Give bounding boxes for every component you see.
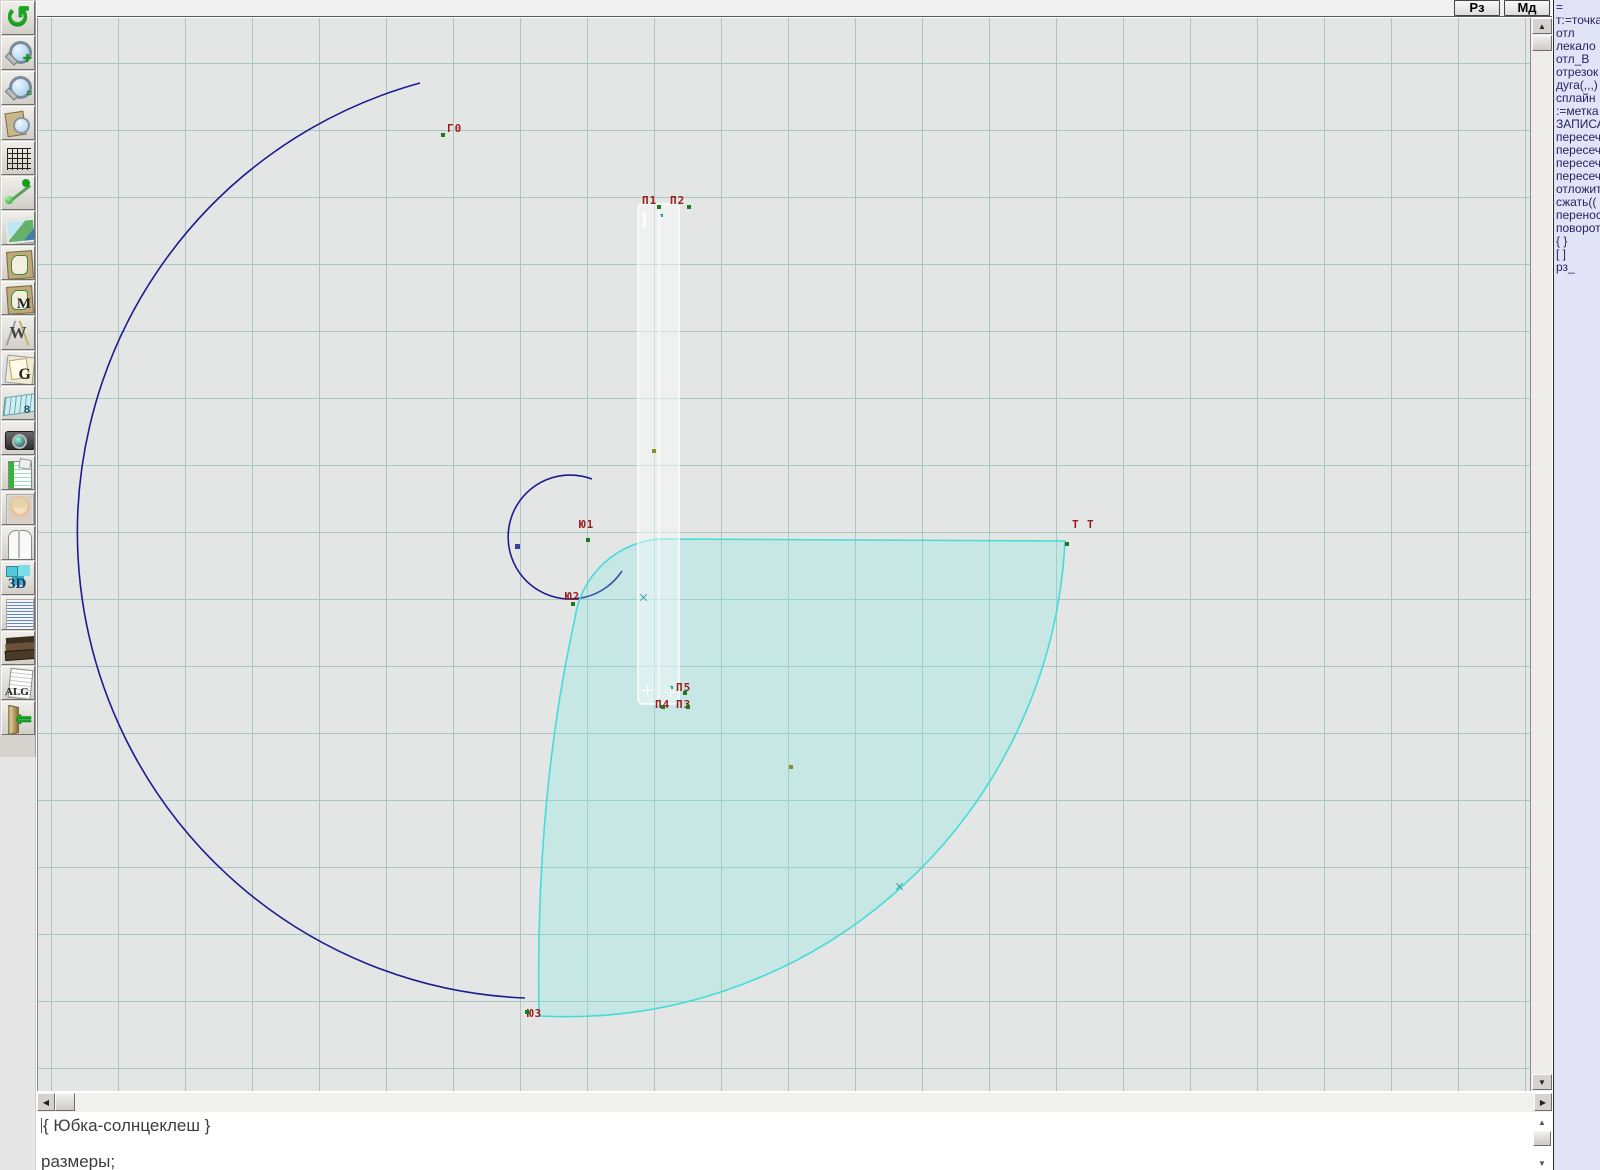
point-marker	[441, 133, 445, 137]
spreadsheet-icon[interactable]	[1, 456, 35, 490]
toolbar-empty-area	[0, 757, 36, 1170]
canvas-vertical-scrollbar[interactable]: ▲ ▼	[1530, 18, 1552, 1091]
arrow-right-icon: ▶	[1539, 1097, 1547, 1107]
point-marker	[659, 215, 661, 227]
point-label: Г0	[447, 122, 463, 135]
md-mode-button[interactable]: Мд	[1504, 0, 1550, 16]
measure-line-icon[interactable]	[1, 176, 35, 210]
editor-scroll-down-button[interactable]: ▼	[1533, 1157, 1551, 1170]
point-marker	[665, 687, 676, 698]
waistband-piece[interactable]	[637, 203, 680, 705]
grid-icon[interactable]	[1, 141, 35, 175]
point-marker	[657, 205, 661, 209]
grading-g-icon[interactable]: G	[1, 351, 35, 385]
point-marker	[652, 449, 656, 453]
program-text-editor[interactable]: { Юбка-солнцеклеш } размеры;	[37, 1113, 1530, 1170]
rz-mode-button[interactable]: Рз	[1454, 0, 1500, 16]
point-label: П2	[670, 194, 686, 207]
toolbar: ↺ + ▫ M W G 8 3D ALG ⇐	[0, 0, 36, 757]
top-bar: Рз Мд	[37, 0, 1552, 17]
pattern-m-icon[interactable]: M	[1, 281, 35, 315]
point-label: Т	[1087, 518, 1095, 531]
editor-line-title: { Юбка-солнцеклеш }	[41, 1116, 211, 1135]
preview-page-icon[interactable]	[1, 106, 35, 140]
point-marker	[661, 705, 665, 709]
scroll-right-button[interactable]: ▶	[1534, 1093, 1552, 1111]
drawing-canvas[interactable]: Г0П1П2Ю1Ю2Ю3ТТП5П4П3	[37, 18, 1530, 1091]
point-marker	[789, 765, 793, 769]
text-cursor	[41, 1118, 42, 1133]
point-marker	[525, 1010, 529, 1014]
arrow-up-icon: ▲	[1538, 1118, 1546, 1127]
zoom-out-icon[interactable]: ▫	[1, 71, 35, 105]
leko-cad-window: ↺ + ▫ M W G 8 3D ALG ⇐ Рз Мд Г0 П1 П2 Ю1…	[0, 0, 1600, 1170]
horizontal-scroll-thumb[interactable]	[55, 1093, 75, 1111]
point-marker	[643, 212, 646, 228]
pattern-drawing	[76, 82, 1066, 1018]
skirt-sector-piece[interactable]	[537, 538, 1066, 1018]
model-photo-icon[interactable]	[1, 491, 35, 525]
editor-vertical-scrollbar[interactable]: ▲ ▼	[1533, 1114, 1552, 1170]
arrow-down-icon: ▼	[1538, 1159, 1546, 1168]
scroll-down-button[interactable]: ▼	[1532, 1074, 1552, 1090]
point-label: П1	[642, 194, 658, 207]
scroll-up-button[interactable]: ▲	[1532, 18, 1552, 34]
canvas-horizontal-scrollbar[interactable]: ◀ ▶	[37, 1093, 1552, 1112]
command-item[interactable]: рз_	[1556, 261, 1600, 274]
point-marker	[686, 705, 690, 709]
ruler-icon[interactable]: 8	[1, 386, 35, 420]
point-marker	[571, 602, 575, 606]
editor-scroll-up-button[interactable]: ▲	[1533, 1116, 1551, 1129]
point-marker	[683, 691, 687, 695]
editor-scroll-thumb[interactable]	[1533, 1131, 1551, 1146]
books-icon[interactable]	[1, 631, 35, 665]
point-marker	[687, 205, 691, 209]
point-marker	[1065, 542, 1069, 546]
arrow-up-icon: ▲	[1538, 21, 1546, 31]
point-marker	[586, 538, 590, 542]
point-label: Ю1	[579, 518, 595, 531]
zoom-in-icon[interactable]: +	[1, 36, 35, 70]
scroll-left-button[interactable]: ◀	[37, 1093, 55, 1111]
editor-blank-line	[41, 1136, 1530, 1152]
arrow-down-icon: ▼	[1538, 1077, 1546, 1087]
point-label: Т	[1072, 518, 1080, 531]
alg-icon[interactable]: ALG	[1, 666, 35, 700]
exit-icon[interactable]: ⇐	[1, 701, 35, 735]
image-icon[interactable]	[1, 211, 35, 245]
undo-icon[interactable]: ↺	[1, 1, 35, 35]
point-label: Ю3	[527, 1007, 543, 1020]
point-marker	[515, 544, 520, 549]
pattern-card-icon[interactable]	[1, 246, 35, 280]
3d-icon[interactable]: 3D	[1, 561, 35, 595]
point-marker	[642, 685, 653, 696]
drafting-tools-icon[interactable]: W	[1, 316, 35, 350]
editor-line-sizes: размеры;	[41, 1152, 116, 1170]
garment-icon[interactable]	[1, 526, 35, 560]
vertical-scroll-thumb[interactable]	[1532, 35, 1552, 51]
command-panel: = т:=точка отл лекало отл_В отрезок дуга(,,,) с…	[1553, 0, 1600, 1170]
arrow-left-icon: ◀	[42, 1097, 50, 1107]
camera-icon[interactable]	[1, 421, 35, 455]
text-list-icon[interactable]	[1, 596, 35, 630]
hem-circle-curve[interactable]	[76, 82, 526, 999]
